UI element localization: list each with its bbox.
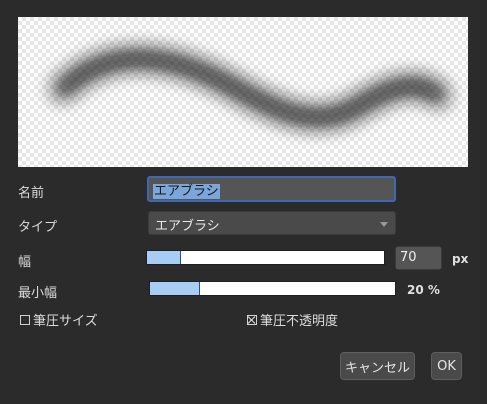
width-slider[interactable] [146, 250, 385, 265]
min-width-slider-fill [150, 282, 200, 295]
pressure-opacity-label: 筆圧不透明度 [260, 314, 339, 329]
pressure-size-label: 筆圧サイズ [33, 314, 98, 329]
brush-preview [18, 17, 468, 167]
type-select[interactable]: エアブラシ [148, 211, 396, 235]
name-field[interactable]: エアブラシ [147, 176, 396, 202]
chevron-down-icon [380, 222, 388, 227]
ok-button[interactable]: OK [431, 352, 462, 380]
pressure-size-checkbox[interactable]: 筆圧サイズ [20, 310, 98, 329]
width-unit: px [452, 252, 469, 266]
cancel-button[interactable]: キャンセル [340, 352, 415, 380]
checkbox-checked-icon [247, 314, 257, 325]
name-label: 名前 [18, 186, 45, 201]
brush-stroke-preview [52, 47, 449, 129]
min-width-label: 最小幅 [18, 286, 58, 301]
type-label: タイプ [18, 220, 58, 235]
width-label: 幅 [18, 255, 32, 270]
width-slider-fill [147, 251, 182, 264]
width-input[interactable]: 70 [395, 246, 442, 270]
pressure-opacity-checkbox[interactable]: 筆圧不透明度 [247, 310, 338, 329]
min-width-slider[interactable] [149, 281, 396, 296]
checkbox-icon [20, 314, 30, 325]
type-select-value: エアブラシ [155, 219, 220, 234]
name-field-value: エアブラシ [153, 184, 220, 199]
min-width-value: 20 % [407, 283, 440, 297]
